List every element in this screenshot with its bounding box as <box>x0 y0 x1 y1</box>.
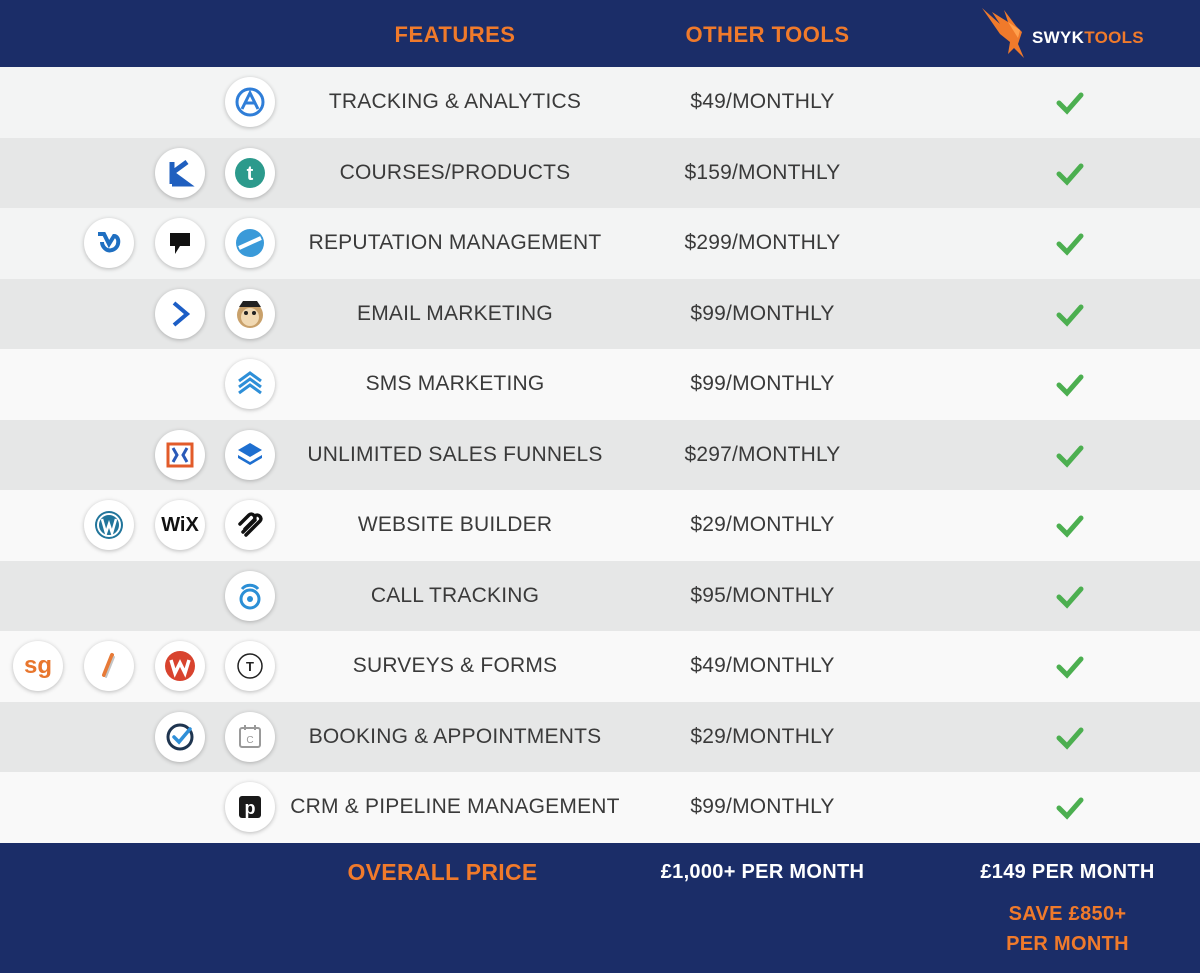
table-row: WiX WEBSITE BUILDER $29/MONTHLY <box>0 490 1200 561</box>
feature-label: UNLIMITED SALES FUNNELS <box>307 442 603 466</box>
teachable-letter: t <box>247 163 254 185</box>
table-row: sg T SURVEYS & FORMS $49/MONTHLY <box>0 631 1200 702</box>
check-icon <box>1056 445 1084 468</box>
comparison-table: TRACKING & ANALYTICS $49/MONTHLY t COURS… <box>0 67 1200 843</box>
check-icon <box>1056 515 1084 538</box>
price-label: $99/MONTHLY <box>690 301 835 325</box>
check-icon <box>1056 374 1084 397</box>
feature-label: CRM & PIPELINE MANAGEMENT <box>290 795 620 819</box>
wordpress-logo-icon <box>84 500 134 550</box>
feature-label: EMAIL MARKETING <box>357 301 553 325</box>
brand-part-1: SWYK <box>1032 28 1085 47</box>
table-row: REPUTATION MANAGEMENT $299/MONTHLY <box>0 208 1200 279</box>
typeform-letter: T <box>246 659 254 674</box>
price-label: $49/MONTHLY <box>690 654 835 678</box>
activecampaign-logo-icon <box>155 288 205 339</box>
wix-text: WiX <box>161 513 199 536</box>
calltracking-logo-icon <box>225 570 275 621</box>
mailchimp-logo-icon <box>225 288 275 339</box>
swyktools-total: £149 PER MONTH <box>980 861 1155 883</box>
savings-line-2: PER MONTH <box>1006 933 1129 955</box>
swyktools-logo-text: SWYKTOOLS <box>1032 28 1144 48</box>
check-icon <box>1056 797 1084 820</box>
sms-logo-icon <box>225 359 275 409</box>
header-bar: FEATURES OTHER TOOLS SWYKTOOLS <box>0 0 1200 67</box>
feature-label: REPUTATION MANAGEMENT <box>308 231 602 255</box>
birdeye-logo-icon <box>84 218 134 268</box>
price-label: $159/MONTHLY <box>684 160 841 184</box>
price-label: $99/MONTHLY <box>690 795 835 819</box>
feature-label: CALL TRACKING <box>370 583 540 607</box>
brand-part-2: TOOLS <box>1084 28 1144 47</box>
teachable-logo-icon: t <box>225 147 275 198</box>
price-label: $29/MONTHLY <box>690 724 835 748</box>
table-row: TRACKING & ANALYTICS $49/MONTHLY <box>0 67 1200 138</box>
price-label: $29/MONTHLY <box>690 513 835 537</box>
squarespace-logo-icon <box>225 500 275 550</box>
calendly-letter: C <box>246 735 253 746</box>
calendly-logo-icon: C <box>225 711 275 762</box>
feature-label: SURVEYS & FORMS <box>352 654 558 678</box>
kajabi-logo-icon <box>155 147 205 198</box>
price-label: $99/MONTHLY <box>690 372 835 396</box>
check-icon <box>1056 233 1084 256</box>
jotform-logo-icon <box>84 641 134 691</box>
clickfunnels-logo-icon <box>155 429 205 480</box>
wufoo-logo-icon <box>155 641 205 691</box>
footer-bar: OVERALL PRICE £1,000+ PER MONTH £149 PER… <box>0 843 1200 973</box>
check-icon <box>1056 92 1084 115</box>
feature-label: BOOKING & APPOINTMENTS <box>308 724 602 748</box>
surveygizmo-logo-icon: sg <box>13 641 63 691</box>
price-label: $95/MONTHLY <box>690 583 835 607</box>
pipedrive-letter: p <box>245 798 256 818</box>
features-column-header: FEATURES <box>394 22 516 47</box>
price-label: $299/MONTHLY <box>684 231 841 255</box>
check-icon <box>1056 586 1084 609</box>
price-label: $297/MONTHLY <box>684 442 841 466</box>
other-tools-column-header: OTHER TOOLS <box>685 22 850 47</box>
feature-label: WEBSITE BUILDER <box>357 513 553 537</box>
feature-label: TRACKING & ANALYTICS <box>328 90 582 114</box>
podium-logo-icon <box>155 218 205 268</box>
price-label: $49/MONTHLY <box>690 90 835 114</box>
funnel-layers-logo-icon <box>225 429 275 480</box>
table-row: t COURSES/PRODUCTS $159/MONTHLY <box>0 137 1200 208</box>
check-icon <box>1056 304 1084 327</box>
table-row: p CRM & PIPELINE MANAGEMENT $99/MONTHLY <box>0 772 1200 843</box>
acuity-logo-icon <box>155 711 205 762</box>
table-row: EMAIL MARKETING $99/MONTHLY <box>0 278 1200 349</box>
table-row: C BOOKING & APPOINTMENTS $29/MONTHLY <box>0 701 1200 772</box>
surveygizmo-text: sg <box>23 652 52 679</box>
pipedrive-logo-icon: p <box>225 782 275 832</box>
feature-label: COURSES/PRODUCTS <box>339 160 571 184</box>
table-row: CALL TRACKING $95/MONTHLY <box>0 560 1200 631</box>
reputation-logo-icon <box>225 218 275 268</box>
table-row: UNLIMITED SALES FUNNELS $297/MONTHLY <box>0 419 1200 490</box>
table-row: SMS MARKETING $99/MONTHLY <box>0 349 1200 420</box>
feature-label: SMS MARKETING <box>365 372 545 396</box>
check-icon <box>1056 727 1084 750</box>
check-icon <box>1056 163 1084 186</box>
typeform-logo-icon: T <box>225 641 275 691</box>
savings-text: SAVE £850+ PER MONTH <box>960 899 1175 959</box>
overall-price-label: OVERALL PRICE <box>347 859 538 885</box>
analytics-logo-icon <box>225 77 275 127</box>
other-tools-total: £1,000+ PER MONTH <box>660 861 865 883</box>
check-icon <box>1056 656 1084 679</box>
wix-logo-icon: WiX <box>155 500 205 550</box>
savings-line-1: SAVE £850+ <box>1008 903 1127 925</box>
